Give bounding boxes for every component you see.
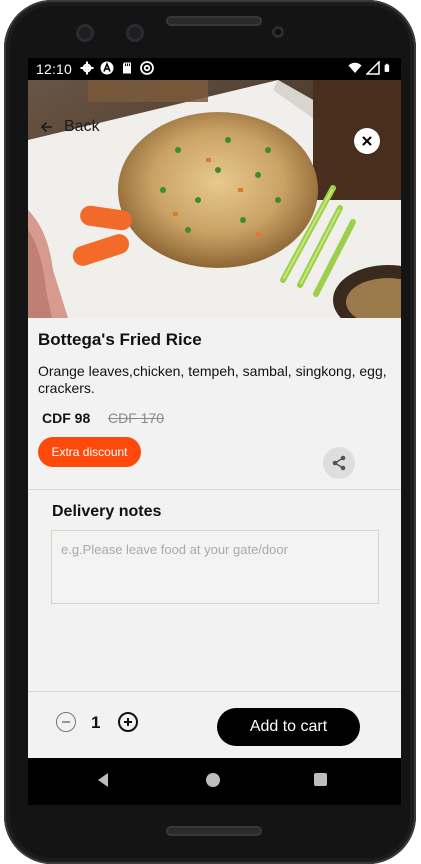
arrow-left-icon — [40, 121, 52, 133]
proximity-sensor — [272, 26, 284, 38]
front-sensor — [126, 24, 144, 42]
quantity-value: 1 — [91, 713, 101, 732]
add-to-cart-button[interactable]: Add to cart — [217, 708, 360, 746]
plus-icon — [124, 718, 132, 726]
status-time: 12:10 — [36, 61, 73, 77]
section-divider — [28, 489, 401, 490]
delivery-notes-label: Delivery notes — [52, 503, 162, 520]
minus-icon — [62, 721, 70, 723]
status-icons-left — [80, 61, 154, 75]
current-price: CDF 98 — [42, 410, 91, 426]
front-camera — [76, 24, 94, 42]
nav-recent-apps-icon[interactable] — [314, 773, 327, 786]
decrease-quantity-button[interactable] — [56, 712, 76, 732]
back-label: Back — [64, 118, 100, 135]
cart-bar: 1 Add to cart — [28, 692, 401, 758]
original-price: CDF 170 — [108, 410, 165, 426]
battery-icon — [384, 63, 390, 72]
food-image: Back — [28, 80, 401, 318]
signal-icon — [366, 61, 380, 75]
product-details: Bottega's Fried Rice Orange leaves,chick… — [28, 318, 401, 692]
gear-icon — [80, 61, 94, 75]
product-title: Bottega's Fried Rice — [38, 330, 202, 349]
status-icons-right — [348, 61, 393, 75]
top-speaker — [166, 16, 262, 26]
increase-quantity-button[interactable] — [118, 712, 138, 732]
bottom-speaker — [166, 826, 262, 836]
nav-home-icon[interactable] — [206, 773, 220, 787]
delivery-notes-input[interactable]: e.g.Please leave food at your gate/door — [51, 530, 379, 604]
close-icon — [362, 136, 372, 146]
phone-frame: 12:10 Back Bottega's Fried Rice Orange l… — [4, 0, 416, 864]
share-button[interactable] — [323, 447, 355, 479]
share-icon — [332, 455, 346, 471]
nav-a-icon — [100, 61, 114, 75]
at-sign-icon — [140, 61, 154, 75]
system-navigation-bar — [28, 758, 401, 805]
product-description: Orange leaves,chicken, tempeh, sambal, s… — [38, 363, 387, 396]
close-button[interactable] — [354, 128, 380, 154]
sd-card-icon — [123, 62, 131, 74]
nav-back-icon[interactable] — [96, 772, 110, 788]
wifi-icon — [348, 62, 362, 73]
extra-discount-button[interactable]: Extra discount — [38, 437, 141, 467]
app-screen: 12:10 Back Bottega's Fried Rice Orange l… — [28, 58, 401, 805]
status-bar: 12:10 — [28, 58, 401, 80]
back-button[interactable]: Back — [40, 116, 100, 138]
